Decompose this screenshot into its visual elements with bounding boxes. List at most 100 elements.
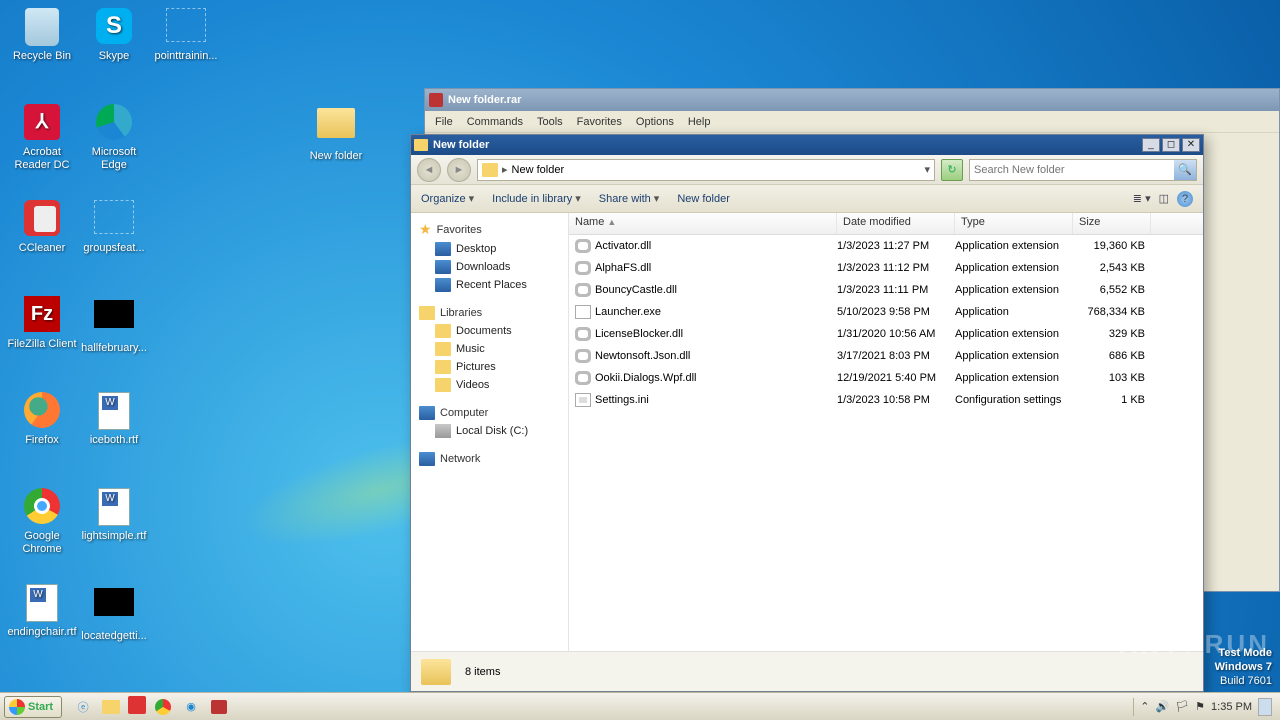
back-button[interactable]: ◄ (417, 158, 441, 182)
tray-show-desktop[interactable] (1258, 698, 1272, 716)
taskbar-chrome-icon[interactable] (152, 696, 174, 718)
tray-clock[interactable]: 1:35 PM (1211, 701, 1252, 713)
nav-network[interactable]: Network (415, 450, 564, 468)
address-dropdown-icon[interactable]: ▾ (924, 163, 930, 176)
winrar-menu-file[interactable]: File (435, 116, 453, 128)
address-input[interactable] (512, 164, 921, 176)
close-button[interactable]: ✕ (1182, 138, 1200, 152)
taskbar-ie-icon[interactable]: ⓔ (72, 696, 94, 718)
taskbar-explorer-icon[interactable] (100, 696, 122, 718)
nav-item-videos[interactable]: Videos (415, 376, 564, 394)
winrar-menu-options[interactable]: Options (636, 116, 674, 128)
nav-item-icon (435, 242, 451, 256)
winrar-menu-commands[interactable]: Commands (467, 116, 523, 128)
windows-orb-icon (9, 699, 25, 715)
ccleaner-icon (22, 200, 62, 240)
desktop-icon-google-chrome[interactable]: Google Chrome (6, 488, 78, 556)
nav-item-desktop[interactable]: Desktop (415, 240, 564, 258)
tray-flag-icon[interactable]: ⚑ (1195, 700, 1205, 713)
search-icon[interactable]: 🔍 (1174, 160, 1196, 180)
view-options-button[interactable]: ≣ ▾ (1133, 192, 1151, 205)
preview-pane-button[interactable]: ◫ (1159, 192, 1169, 205)
col-date[interactable]: Date modified (837, 213, 955, 234)
acrobat-icon: ⅄ (22, 104, 62, 144)
taskbar-edge-icon[interactable]: ◉ (180, 696, 202, 718)
nav-item-pictures[interactable]: Pictures (415, 358, 564, 376)
firefox-icon (22, 392, 62, 432)
nav-item-recent-places[interactable]: Recent Places (415, 276, 564, 294)
refresh-button[interactable]: ↻ (941, 159, 963, 181)
nav-libraries[interactable]: Libraries (415, 304, 564, 322)
star-icon: ★ (419, 221, 432, 238)
desktop-icon-lightsimple-rtf[interactable]: Wlightsimple.rtf (78, 488, 150, 543)
winrar-titlebar[interactable]: New folder.rar (425, 89, 1279, 111)
file-row[interactable]: Activator.dll1/3/2023 11:27 PMApplicatio… (569, 235, 1203, 257)
new-folder-button[interactable]: New folder (677, 193, 730, 205)
desktop-icon-pointtrainin-[interactable]: pointtrainin... (150, 8, 222, 63)
computer-icon (419, 406, 435, 420)
file-row[interactable]: LicenseBlocker.dll1/31/2020 10:56 AMAppl… (569, 323, 1203, 345)
minimize-button[interactable]: _ (1142, 138, 1160, 152)
file-row[interactable]: BouncyCastle.dll1/3/2023 11:11 PMApplica… (569, 279, 1203, 301)
nav-computer[interactable]: Computer (415, 404, 564, 422)
desktop-icon-endingchair-rtf[interactable]: Wendingchair.rtf (6, 584, 78, 639)
tray-action-center-icon[interactable]: 🏳 (1175, 700, 1189, 713)
gear-icon (575, 326, 591, 342)
winrar-menu-tools[interactable]: Tools (537, 116, 563, 128)
explorer-title-text: New folder (433, 139, 489, 151)
file-row[interactable]: Launcher.exe5/10/2023 9:58 PMApplication… (569, 301, 1203, 323)
tray-chevron-icon[interactable]: ⌃ (1140, 700, 1149, 713)
desktop-icon-new-folder[interactable]: New folder (300, 104, 372, 163)
desktop-icon-skype[interactable]: SSkype (78, 8, 150, 63)
desktop-icon-acrobat-reader-dc[interactable]: ⅄Acrobat Reader DC (6, 104, 78, 172)
tray-volume-icon[interactable]: 🔊 (1155, 700, 1169, 713)
nav-item-music[interactable]: Music (415, 340, 564, 358)
word-icon: W (22, 584, 62, 624)
desktop-icon-ccleaner[interactable]: CCleaner (6, 200, 78, 255)
organize-menu[interactable]: Organize ▾ (421, 192, 474, 205)
status-text: 8 items (465, 666, 500, 678)
explorer-titlebar[interactable]: New folder _ ◻ ✕ (411, 135, 1203, 155)
desktop-icon-microsoft-edge[interactable]: Microsoft Edge (78, 104, 150, 172)
nav-favorites[interactable]: ★Favorites (415, 219, 564, 240)
blackdoc-icon (94, 300, 134, 340)
folder-icon (414, 139, 428, 151)
start-button[interactable]: Start (4, 696, 62, 718)
taskbar-acrobat-icon[interactable] (128, 696, 146, 714)
forward-button[interactable]: ► (447, 158, 471, 182)
file-list: Name ▲ Date modified Type Size Activator… (569, 213, 1203, 651)
include-library-menu[interactable]: Include in library ▾ (492, 192, 581, 205)
file-row[interactable]: Settings.ini1/3/2023 10:58 PMConfigurati… (569, 389, 1203, 411)
nav-item-downloads[interactable]: Downloads (415, 258, 564, 276)
blank-icon (166, 8, 206, 48)
winrar-menu-help[interactable]: Help (688, 116, 711, 128)
desktop-icon-firefox[interactable]: Firefox (6, 392, 78, 447)
desktop-icon-locatedgetti-[interactable]: locatedgetti... (78, 584, 150, 643)
desktop-icon-filezilla-client[interactable]: FzFileZilla Client (6, 296, 78, 351)
nav-item-local-disk-c-[interactable]: Local Disk (C:) (415, 422, 564, 440)
explorer-window[interactable]: New folder _ ◻ ✕ ◄ ► ▸ ▾ ↻ 🔍 Organize ▾ … (410, 134, 1204, 692)
desktop-icon-iceboth-rtf[interactable]: Wiceboth.rtf (78, 392, 150, 447)
col-size[interactable]: Size (1073, 213, 1151, 234)
column-headers: Name ▲ Date modified Type Size (569, 213, 1203, 235)
gear-icon (575, 348, 591, 364)
taskbar-winrar-icon[interactable] (208, 696, 230, 718)
search-box[interactable]: 🔍 (969, 159, 1197, 181)
col-name[interactable]: Name ▲ (569, 213, 837, 234)
file-row[interactable]: Ookii.Dialogs.Wpf.dll12/19/2021 5:40 PMA… (569, 367, 1203, 389)
file-row[interactable]: AlphaFS.dll1/3/2023 11:12 PMApplication … (569, 257, 1203, 279)
search-input[interactable] (970, 164, 1174, 176)
desktop-icon-groupsfeat-[interactable]: groupsfeat... (78, 200, 150, 255)
file-row[interactable]: Newtonsoft.Json.dll3/17/2021 8:03 PMAppl… (569, 345, 1203, 367)
winrar-menu-favorites[interactable]: Favorites (577, 116, 622, 128)
maximize-button[interactable]: ◻ (1162, 138, 1180, 152)
nav-item-icon (435, 324, 451, 338)
libraries-icon (419, 306, 435, 320)
desktop-icon-hallfebruary-[interactable]: hallfebruary... (78, 296, 150, 355)
help-icon[interactable]: ? (1177, 191, 1193, 207)
share-with-menu[interactable]: Share with ▾ (599, 192, 660, 205)
desktop-icon-recycle-bin[interactable]: Recycle Bin (6, 8, 78, 63)
address-bar[interactable]: ▸ ▾ (477, 159, 935, 181)
col-type[interactable]: Type (955, 213, 1073, 234)
nav-item-documents[interactable]: Documents (415, 322, 564, 340)
